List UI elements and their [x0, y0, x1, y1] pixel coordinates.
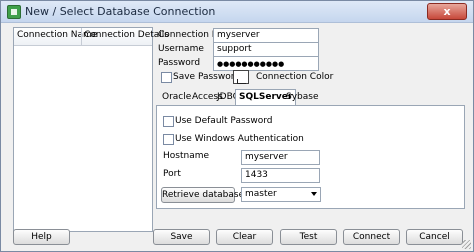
resize-grip[interactable] [462, 240, 471, 249]
connect-button[interactable]: Connect [343, 229, 400, 245]
use-default-password-checkbox[interactable] [163, 116, 174, 127]
save-password-checkbox[interactable] [161, 72, 172, 83]
tab-sybase[interactable]: Sybase [283, 90, 322, 105]
connection-name-field[interactable]: myserver [213, 28, 319, 43]
connections-list-header: Connection Name Connection Details [14, 28, 169, 46]
use-windows-auth-checkbox[interactable] [163, 134, 174, 145]
database-icon [7, 5, 21, 19]
database-select-value: master [245, 189, 277, 199]
connections-list[interactable]: Connection Name Connection Details [13, 27, 169, 232]
database-select[interactable]: master [241, 187, 321, 202]
connection-dialog: New / Select Database Connection x Conne… [0, 0, 474, 252]
cancel-button[interactable]: Cancel [406, 229, 463, 245]
hostname-field[interactable]: myserver [241, 150, 320, 165]
use-default-password-label: Use Default Password [175, 116, 273, 126]
save-button[interactable]: Save [153, 229, 210, 245]
hostname-label: Hostname [163, 151, 210, 161]
use-windows-auth-label: Use Windows Authentication [175, 134, 304, 144]
test-button[interactable]: Test [280, 229, 337, 245]
retrieve-database-button[interactable]: Retrieve database [161, 187, 244, 203]
chevron-down-icon [311, 192, 317, 196]
window-title: New / Select Database Connection [25, 5, 216, 18]
username-field[interactable]: support [213, 42, 319, 57]
password-label: Password [158, 58, 201, 68]
connection-color-label: Connection Color [256, 72, 334, 82]
column-header-connection-details[interactable]: Connection Details [84, 30, 169, 40]
close-button[interactable]: x [427, 3, 467, 20]
port-field[interactable]: 1433 [241, 168, 320, 183]
connection-color-picker[interactable] [233, 70, 249, 84]
port-label: Port [163, 169, 181, 179]
username-label: Username [158, 44, 204, 54]
column-divider[interactable] [81, 28, 82, 46]
title-bar[interactable]: New / Select Database Connection x [1, 1, 473, 23]
clear-button[interactable]: Clear [216, 229, 273, 245]
password-field[interactable]: ●●●●●●●●●●● [213, 56, 319, 71]
save-password-label: Save Password [173, 72, 240, 82]
help-button[interactable]: Help [13, 229, 70, 245]
